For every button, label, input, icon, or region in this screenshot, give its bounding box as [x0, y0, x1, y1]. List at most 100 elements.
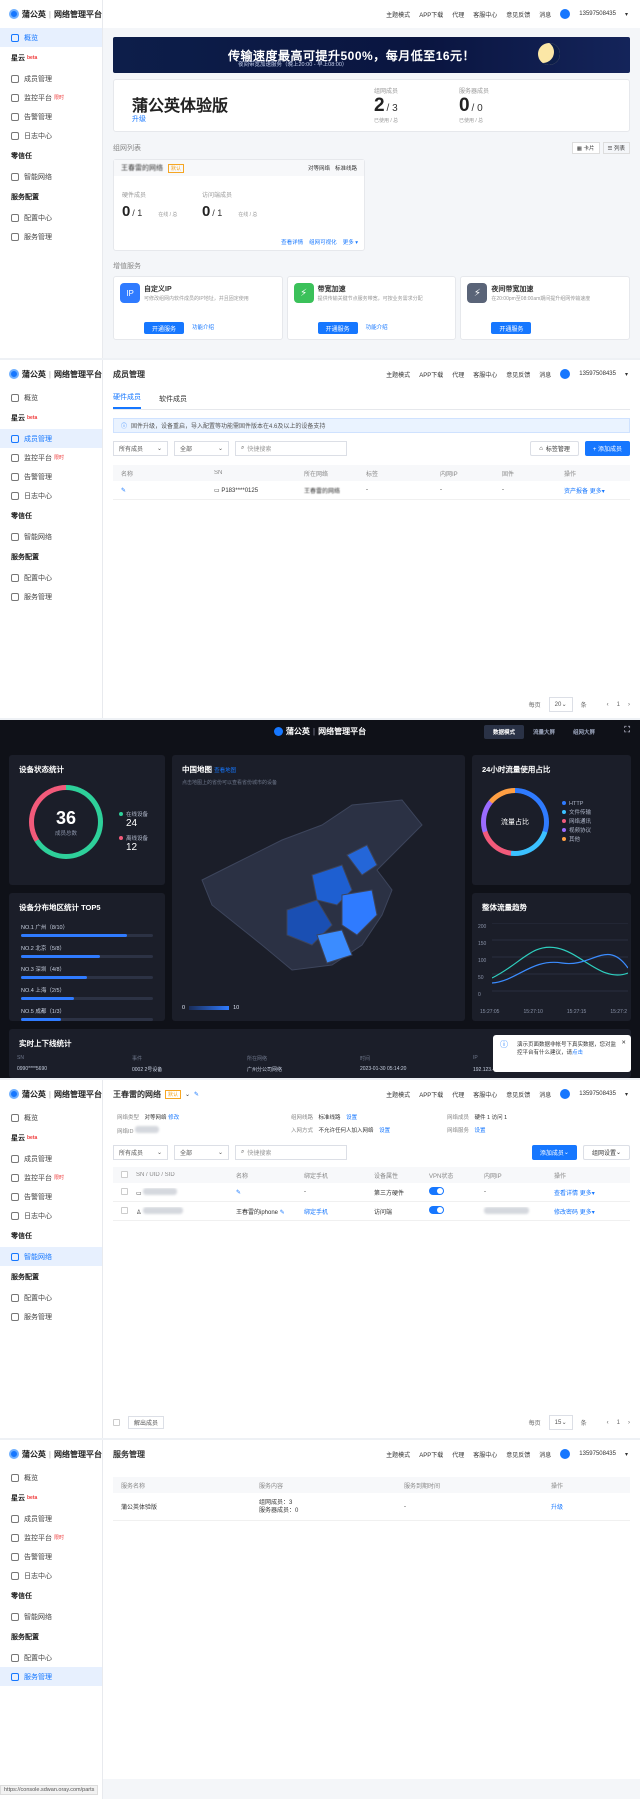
- app-download-link[interactable]: APP下载: [419, 1450, 443, 1459]
- app-download-link[interactable]: APP下载: [419, 1090, 443, 1099]
- app-download-link[interactable]: APP下载: [419, 10, 443, 19]
- status-filter-select[interactable]: 全部 ⌄: [174, 441, 229, 456]
- page-size-select[interactable]: 20 ⌄: [548, 697, 573, 712]
- card-view-toggle[interactable]: ▦ 卡片: [571, 142, 600, 154]
- open-service-button[interactable]: 开通服务: [491, 322, 532, 334]
- service-set-link[interactable]: 设置: [475, 1128, 486, 1134]
- sidebar-item-service[interactable]: 服务管理: [0, 227, 102, 246]
- view-details-link[interactable]: 查看详情: [281, 238, 303, 246]
- feedback-link[interactable]: 意见反馈: [506, 370, 530, 379]
- feedback-link[interactable]: 意见反馈: [506, 1090, 530, 1099]
- sidebar-item-overview[interactable]: 概览: [0, 1108, 102, 1127]
- account-phone[interactable]: 13597508435: [579, 11, 616, 17]
- more-link[interactable]: 更多: [580, 1191, 592, 1197]
- support-link[interactable]: 客服中心: [473, 370, 497, 379]
- member-filter-select[interactable]: 所有成员 ⌄: [113, 441, 168, 456]
- sidebar-item-monitor[interactable]: 监控平台 限时: [0, 448, 102, 467]
- asset-report-link[interactable]: 资产报备: [564, 489, 588, 495]
- edit-icon[interactable]: ✎: [280, 1210, 285, 1216]
- avatar[interactable]: [560, 369, 571, 379]
- account-phone[interactable]: 13597508435: [579, 1451, 616, 1457]
- app-download-link[interactable]: APP下载: [419, 370, 443, 379]
- chevron-down-icon[interactable]: ⌄: [185, 1091, 190, 1098]
- remove-members-button[interactable]: 解出成员: [128, 1416, 165, 1429]
- next-page-button[interactable]: ›: [628, 702, 630, 708]
- tag-manage-button[interactable]: ⌂ 标签管理: [530, 441, 579, 456]
- sidebar-item-alerts[interactable]: 告警管理: [0, 1547, 102, 1566]
- open-service-button[interactable]: 开通服务: [144, 322, 185, 334]
- select-all-checkbox[interactable]: [121, 1170, 128, 1178]
- theme-mode-link[interactable]: 主题模式: [386, 1090, 410, 1099]
- change-password-link[interactable]: 修改密码: [554, 1210, 578, 1216]
- sidebar-item-smart-net[interactable]: 智能网络: [0, 1607, 102, 1626]
- messages-link[interactable]: 消息: [539, 1450, 551, 1459]
- account-phone[interactable]: 13597508435: [579, 371, 616, 377]
- prev-page-button[interactable]: ‹: [607, 1420, 609, 1426]
- vpn-toggle[interactable]: [429, 1187, 444, 1195]
- join-set-link[interactable]: 设置: [379, 1128, 390, 1134]
- app-logo[interactable]: 蒲公英 | 网络管理平台: [0, 1440, 102, 1468]
- sidebar-item-overview[interactable]: 概览: [0, 1468, 102, 1487]
- theme-mode-link[interactable]: 主题模式: [386, 10, 410, 19]
- sidebar-item-monitor[interactable]: 监控平台 限时: [0, 1528, 102, 1547]
- avatar[interactable]: [560, 1089, 571, 1099]
- sidebar-item-alerts[interactable]: 告警管理: [0, 1187, 102, 1206]
- agent-link[interactable]: 代理: [452, 1090, 464, 1099]
- line-set-link[interactable]: 设置: [346, 1115, 357, 1121]
- sidebar-item-overview[interactable]: 概览: [0, 388, 102, 407]
- sidebar-item-overview[interactable]: 概览: [0, 28, 102, 47]
- messages-link[interactable]: 消息: [539, 370, 551, 379]
- app-logo[interactable]: 蒲公英 | 网络管理平台: [0, 360, 102, 388]
- sidebar-item-logs[interactable]: 日志中心: [0, 1566, 102, 1585]
- prev-page-button[interactable]: ‹: [607, 702, 609, 708]
- chevron-down-icon[interactable]: ▾: [625, 1451, 628, 1458]
- add-member-button[interactable]: 添加成员 ⌄: [531, 1145, 577, 1160]
- sidebar-item-smart-net[interactable]: 智能网络: [0, 167, 102, 186]
- avatar[interactable]: [560, 9, 571, 19]
- agent-link[interactable]: 代理: [452, 370, 464, 379]
- edit-type-link[interactable]: 修改: [168, 1115, 179, 1121]
- sidebar-item-config[interactable]: 配置中心: [0, 1648, 102, 1667]
- messages-link[interactable]: 消息: [539, 10, 551, 19]
- sidebar-item-service[interactable]: 服务管理: [0, 1307, 102, 1326]
- feedback-link[interactable]: 意见反馈: [506, 1450, 530, 1459]
- sidebar-item-members[interactable]: 成员管理: [0, 1509, 102, 1528]
- open-service-button[interactable]: 开通服务: [317, 322, 358, 334]
- sidebar-item-monitor[interactable]: 监控平台 限时: [0, 1168, 102, 1187]
- more-link[interactable]: 更多 ▾: [343, 238, 358, 246]
- sidebar-item-config[interactable]: 配置中心: [0, 568, 102, 587]
- feature-intro-link[interactable]: 功能介绍: [192, 323, 214, 331]
- sidebar-item-config[interactable]: 配置中心: [0, 1288, 102, 1307]
- agent-link[interactable]: 代理: [452, 10, 464, 19]
- sidebar-item-members[interactable]: 成员管理: [0, 1149, 102, 1168]
- page-size-select[interactable]: 15 ⌄: [548, 1415, 573, 1430]
- messages-link[interactable]: 消息: [539, 1090, 551, 1099]
- current-page[interactable]: 1: [617, 1420, 620, 1426]
- sidebar-item-config[interactable]: 配置中心: [0, 208, 102, 227]
- member-filter-select[interactable]: 所有成员 ⌄: [113, 1145, 168, 1160]
- next-page-button[interactable]: ›: [628, 1420, 630, 1426]
- sidebar-item-smart-net[interactable]: 智能网络: [0, 1247, 102, 1266]
- sidebar-item-logs[interactable]: 日志中心: [0, 126, 102, 145]
- tab-hardware[interactable]: 硬件成员: [113, 392, 141, 409]
- sidebar-item-members[interactable]: 成员管理: [0, 69, 102, 88]
- agent-link[interactable]: 代理: [452, 1450, 464, 1459]
- tab-network-screen[interactable]: 组网大屏: [564, 725, 604, 739]
- view-details-link[interactable]: 查看详情: [554, 1191, 578, 1197]
- row-checkbox[interactable]: [121, 1206, 128, 1214]
- sidebar-item-service[interactable]: 服务管理: [0, 587, 102, 606]
- tab-software[interactable]: 软件成员: [159, 394, 187, 409]
- theme-mode-link[interactable]: 主题模式: [386, 370, 410, 379]
- sidebar-item-alerts[interactable]: 告警管理: [0, 467, 102, 486]
- support-link[interactable]: 客服中心: [473, 1090, 497, 1099]
- view-map-link[interactable]: 查看地图: [214, 768, 236, 774]
- table-row[interactable]: ♙ 王春雷的iphone ✎ 绑定手机 访问端 修改密码 更多▾: [113, 1202, 630, 1221]
- support-link[interactable]: 客服中心: [473, 10, 497, 19]
- theme-mode-link[interactable]: 主题模式: [386, 1450, 410, 1459]
- tab-traffic-screen[interactable]: 流量大屏: [524, 725, 564, 739]
- close-icon[interactable]: ✕: [621, 1039, 626, 1047]
- feature-intro-link[interactable]: 功能介绍: [366, 323, 388, 331]
- search-input[interactable]: ⌕ 快捷搜索: [235, 441, 347, 456]
- chevron-down-icon[interactable]: ▾: [625, 1091, 628, 1098]
- add-member-button[interactable]: + 添加成员: [584, 441, 630, 456]
